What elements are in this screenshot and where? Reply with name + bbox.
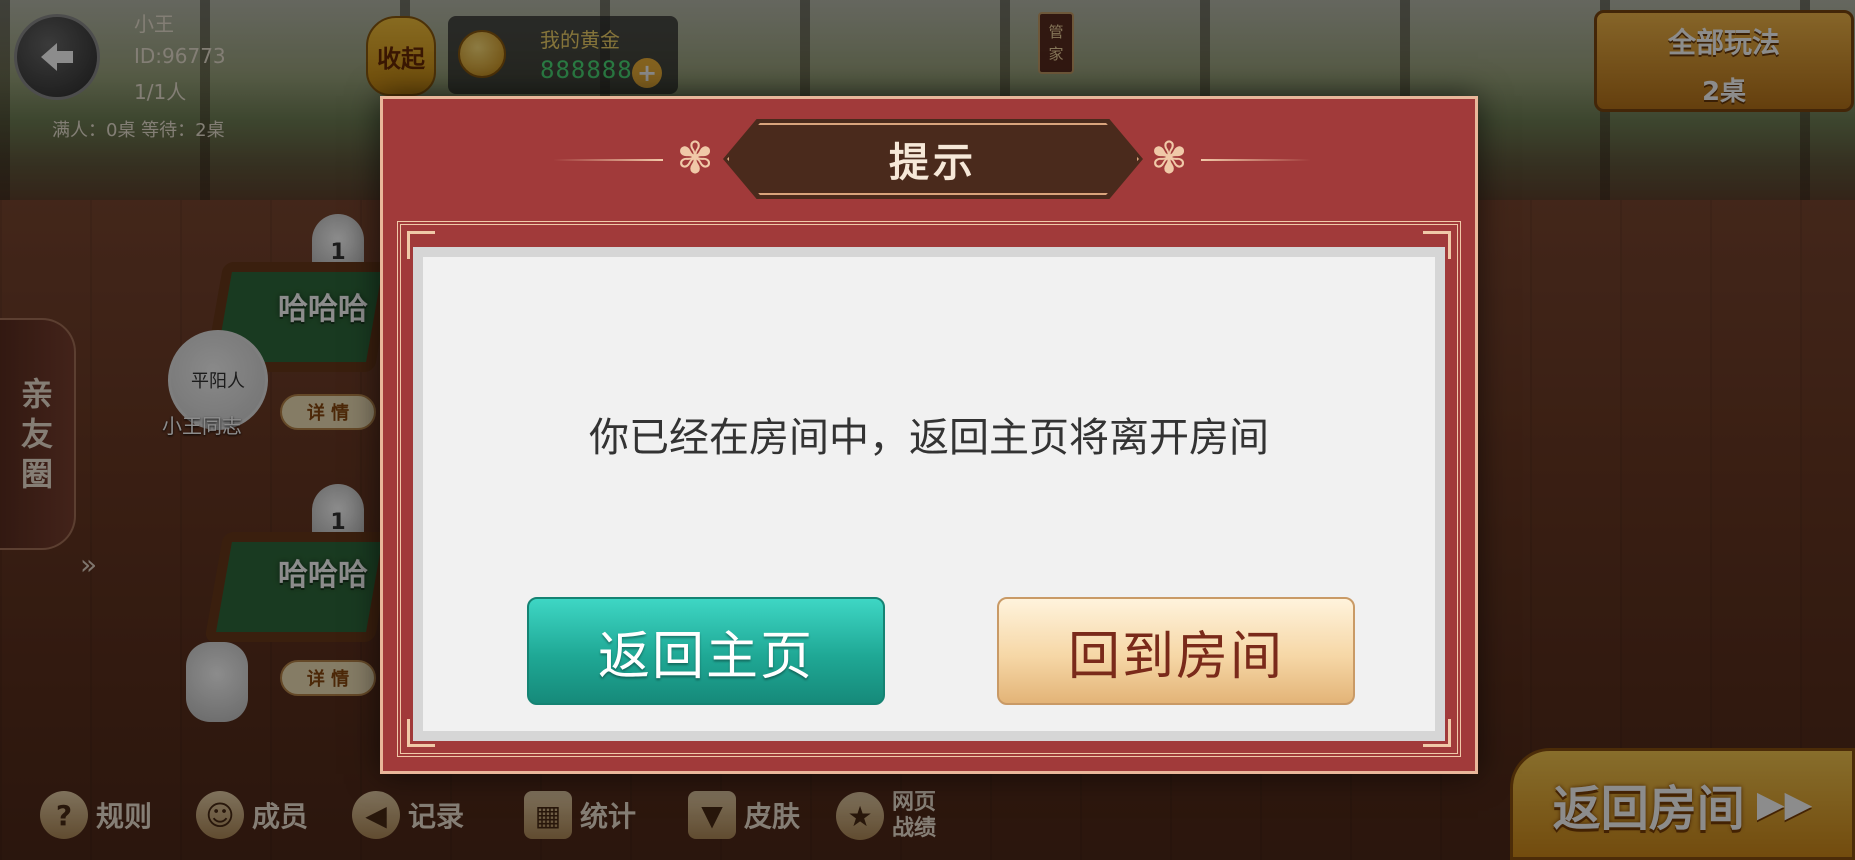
header-line-left (553, 159, 663, 161)
return-home-button[interactable]: 返回主页 (527, 597, 885, 705)
dialog-body: 你已经在房间中，返回主页将离开房间 返回主页 回到房间 (413, 247, 1445, 741)
header-line-right (1201, 159, 1311, 161)
back-to-room-button[interactable]: 回到房间 (997, 597, 1355, 705)
flower-ornament-icon: ✾ (676, 133, 714, 184)
flower-ornament-icon: ✾ (1150, 133, 1188, 184)
dialog-title: 提示 (889, 140, 977, 186)
dialog-message: 你已经在房间中，返回主页将离开房间 (589, 415, 1269, 461)
prompt-dialog: ✾ ✾ 提示 你已经在房间中，返回主页将离开房间 返回主页 回到房间 (380, 96, 1478, 774)
dialog-title-plate: 提示 (723, 119, 1143, 199)
